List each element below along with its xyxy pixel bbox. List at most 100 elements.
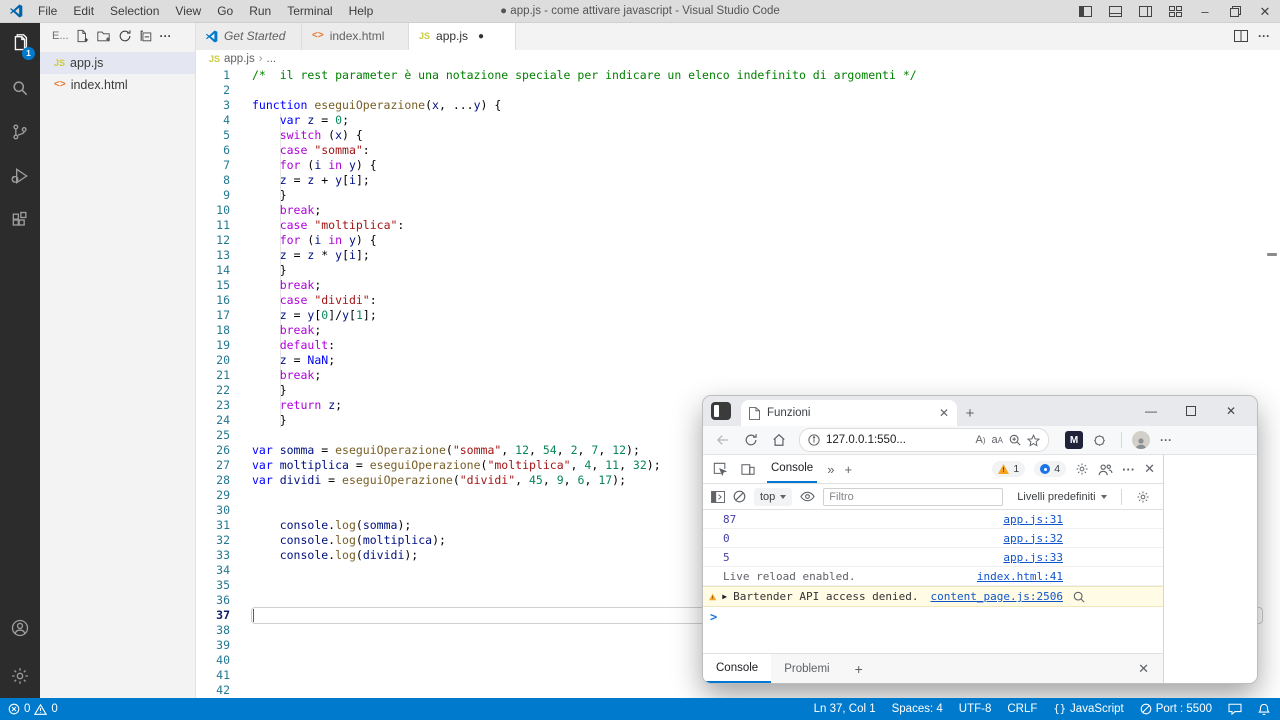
menu-run[interactable]: Run bbox=[241, 0, 279, 22]
toggle-panel-icon[interactable] bbox=[1100, 0, 1130, 22]
favorites-star-icon[interactable] bbox=[1027, 434, 1040, 447]
code-line-6[interactable]: 6 case "somma": bbox=[195, 143, 1280, 158]
file-item-index.html[interactable]: <>index.html bbox=[40, 74, 195, 96]
feedback-people-icon[interactable] bbox=[1098, 463, 1113, 476]
url-text[interactable]: 127.0.0.1:550... bbox=[826, 434, 970, 446]
status-spaces-4[interactable]: Spaces: 4 bbox=[892, 703, 943, 715]
editor-tab-index.html[interactable]: <>index.html bbox=[302, 22, 409, 50]
device-toolbar-icon[interactable] bbox=[739, 458, 757, 480]
menu-edit[interactable]: Edit bbox=[65, 0, 102, 22]
zoom-icon[interactable] bbox=[1009, 434, 1021, 446]
address-bar[interactable]: 127.0.0.1:550... A) aA bbox=[799, 428, 1049, 452]
more-actions-icon[interactable]: ··· bbox=[160, 29, 172, 43]
devtools-settings-icon[interactable] bbox=[1075, 462, 1089, 476]
search-icon[interactable] bbox=[0, 66, 40, 110]
code-line-8[interactable]: 8 z = z + y[i]; bbox=[195, 173, 1280, 188]
console-source-link[interactable]: content_page.js:2506 bbox=[931, 590, 1063, 603]
status-utf-8[interactable]: UTF-8 bbox=[959, 703, 992, 715]
console-source-link[interactable]: app.js:31 bbox=[1003, 513, 1063, 526]
code-line-11[interactable]: 11 case "moltiplica": bbox=[195, 218, 1280, 233]
code-line-5[interactable]: 5 switch (x) { bbox=[195, 128, 1280, 143]
devtools-console-tab[interactable]: Console bbox=[767, 455, 817, 483]
console-source-link[interactable]: index.html:41 bbox=[977, 570, 1063, 583]
explorer-icon[interactable]: 1 bbox=[0, 22, 40, 66]
code-line-15[interactable]: 15 break; bbox=[195, 278, 1280, 293]
code-line-4[interactable]: 4 var z = 0; bbox=[195, 113, 1280, 128]
browser-minimize-button[interactable]: — bbox=[1131, 396, 1171, 426]
new-folder-icon[interactable] bbox=[96, 29, 111, 43]
toggle-sidebar-icon[interactable] bbox=[1070, 0, 1100, 22]
code-line-7[interactable]: 7 for (i in y) { bbox=[195, 158, 1280, 173]
code-line-17[interactable]: 17 z = y[0]/y[1]; bbox=[195, 308, 1280, 323]
breadcrumb-file[interactable]: app.js bbox=[224, 53, 255, 65]
browser-close-button[interactable]: ✕ bbox=[1211, 396, 1251, 426]
console-filter-input[interactable] bbox=[823, 488, 1003, 506]
browser-maximize-button[interactable] bbox=[1171, 396, 1211, 426]
code-line-18[interactable]: 18 break; bbox=[195, 323, 1280, 338]
devtools-close-icon[interactable]: ✕ bbox=[1144, 461, 1155, 477]
add-tab-icon[interactable]: + bbox=[844, 462, 852, 477]
status-crlf[interactable]: CRLF bbox=[1007, 703, 1037, 715]
context-selector[interactable]: top bbox=[754, 488, 792, 506]
search-magnifier-icon[interactable] bbox=[1069, 591, 1085, 603]
live-expression-eye-icon[interactable] bbox=[800, 491, 815, 502]
code-line-14[interactable]: 14 } bbox=[195, 263, 1280, 278]
refresh-icon[interactable] bbox=[118, 29, 132, 43]
log-levels-selector[interactable]: Livelli predefiniti bbox=[1017, 491, 1106, 503]
new-tab-button[interactable]: + bbox=[957, 400, 983, 426]
console-sidebar-icon[interactable] bbox=[711, 491, 725, 503]
restore-button[interactable] bbox=[1220, 0, 1250, 22]
menu-go[interactable]: Go bbox=[209, 0, 241, 22]
code-line-3[interactable]: 3function eseguiOperazione(x, ...y) { bbox=[195, 98, 1280, 113]
drawer-tab-console[interactable]: Console bbox=[703, 654, 771, 683]
console-settings-icon[interactable] bbox=[1136, 490, 1150, 504]
run-debug-icon[interactable] bbox=[0, 154, 40, 198]
devtools-more-icon[interactable]: ··· bbox=[1122, 462, 1135, 477]
tab-workspaces-icon[interactable] bbox=[711, 402, 731, 420]
dirty-indicator[interactable]: ● bbox=[478, 31, 484, 42]
code-line-16[interactable]: 16 case "dividi": bbox=[195, 293, 1280, 308]
code-line-19[interactable]: 19 default: bbox=[195, 338, 1280, 353]
menu-view[interactable]: View bbox=[167, 0, 209, 22]
code-line-42[interactable]: 42 bbox=[195, 683, 1280, 698]
m-extension-icon[interactable]: M bbox=[1065, 431, 1083, 449]
drawer-tab-problemi[interactable]: Problemi bbox=[771, 654, 842, 683]
drawer-close-icon[interactable]: ✕ bbox=[1138, 654, 1155, 683]
errors-indicator[interactable]: 0 bbox=[8, 703, 30, 715]
code-line-2[interactable]: 2 bbox=[195, 83, 1280, 98]
code-line-20[interactable]: 20 z = NaN; bbox=[195, 353, 1280, 368]
split-editor-icon[interactable] bbox=[1234, 30, 1248, 42]
toggle-secondary-sidebar-icon[interactable] bbox=[1130, 0, 1160, 22]
file-item-app.js[interactable]: JSapp.js bbox=[40, 52, 195, 74]
notifications-bell-icon[interactable] bbox=[1258, 703, 1270, 716]
menu-selection[interactable]: Selection bbox=[102, 0, 167, 22]
more-tabs-icon[interactable]: » bbox=[827, 462, 834, 477]
browser-settings-more-icon[interactable]: ··· bbox=[1154, 429, 1178, 451]
tab-close-icon[interactable]: ✕ bbox=[939, 406, 949, 420]
warnings-indicator[interactable]: 0 bbox=[34, 703, 57, 715]
profile-avatar[interactable] bbox=[1132, 431, 1150, 449]
new-file-icon[interactable] bbox=[75, 29, 89, 43]
feedback-icon[interactable] bbox=[1228, 703, 1242, 715]
customize-layout-icon[interactable] bbox=[1160, 0, 1190, 22]
editor-tab-app.js[interactable]: JSapp.js● bbox=[409, 22, 516, 50]
messages-badge[interactable]: 4 bbox=[1034, 461, 1066, 477]
inspect-element-icon[interactable] bbox=[711, 458, 729, 480]
code-line-9[interactable]: 9 } bbox=[195, 188, 1280, 203]
warnings-badge[interactable]: 1 bbox=[992, 461, 1025, 477]
editor-scrollbar-marker[interactable] bbox=[1267, 253, 1277, 256]
translate-icon[interactable]: aA bbox=[992, 434, 1003, 446]
console-source-link[interactable]: app.js:32 bbox=[1003, 532, 1063, 545]
browser-tab[interactable]: Funzioni ✕ bbox=[741, 400, 957, 426]
page-content[interactable] bbox=[1164, 455, 1257, 683]
extensions-icon[interactable] bbox=[0, 198, 40, 242]
editor-tab-get-started[interactable]: Get Started bbox=[195, 22, 302, 50]
home-icon[interactable] bbox=[767, 429, 791, 451]
expand-arrow-icon[interactable]: ▶ bbox=[722, 592, 727, 601]
site-info-icon[interactable] bbox=[808, 434, 820, 446]
settings-gear-icon[interactable] bbox=[0, 654, 40, 698]
menu-help[interactable]: Help bbox=[341, 0, 382, 22]
breadcrumb[interactable]: JS app.js › ... bbox=[195, 50, 1280, 68]
status-ln-37-col-1[interactable]: Ln 37, Col 1 bbox=[814, 703, 876, 715]
code-line-12[interactable]: 12 for (i in y) { bbox=[195, 233, 1280, 248]
